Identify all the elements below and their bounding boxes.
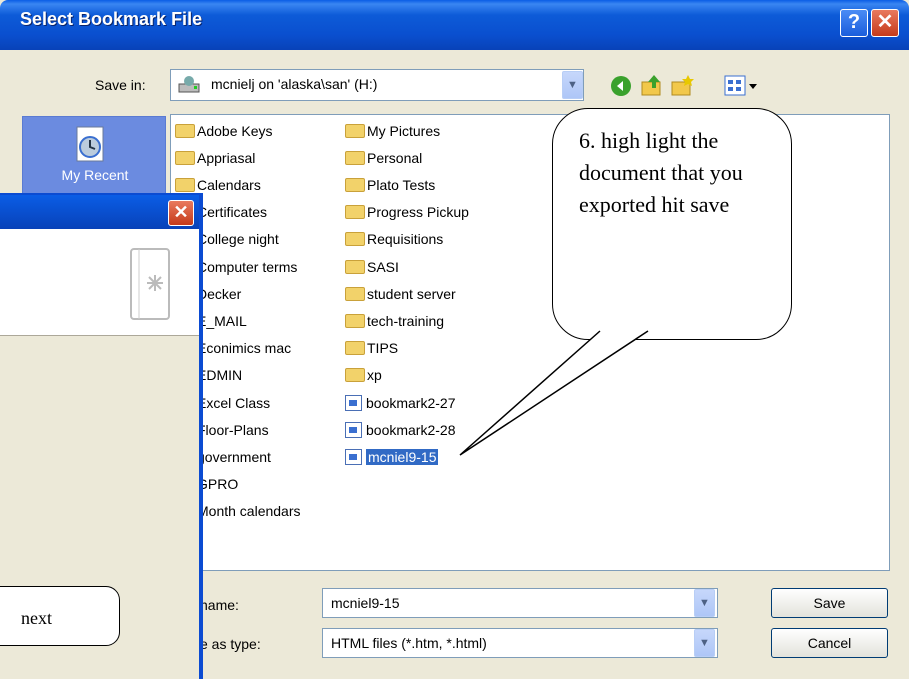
help-button[interactable]: ? [840,9,868,37]
folder-icon [175,151,195,165]
list-item[interactable]: Plato Tests [345,177,435,199]
folder-icon [345,151,365,165]
list-item[interactable]: TIPS [345,340,398,362]
save-button[interactable]: Save [771,588,888,618]
folder-icon [345,260,365,274]
recent-documents-icon[interactable] [71,125,111,165]
close-button[interactable]: ✕ [871,9,899,37]
html-file-icon [345,449,362,465]
folder-icon [175,124,195,138]
wizard-header [0,229,199,336]
folder-icon [345,178,365,192]
list-item[interactable]: xp [345,367,382,389]
folder-icon [345,232,365,246]
list-item[interactable]: Appriasal [175,150,255,172]
cancel-button[interactable]: Cancel [771,628,888,658]
html-file-icon [345,422,362,438]
list-item[interactable]: Progress Pickup [345,204,469,226]
list-item[interactable]: My Pictures [345,123,440,145]
list-item[interactable]: student server [345,286,456,308]
callout-pointer [459,330,649,456]
network-drive-icon [177,75,203,95]
views-menu-icon[interactable] [724,75,760,97]
list-item[interactable]: bookmark2-28 [345,422,456,444]
folder-icon [345,368,365,382]
save-in-dropdown[interactable]: mcnielj on 'alaska\san' (H:) ▼ [170,69,584,101]
list-item[interactable]: Adobe Keys [175,123,273,145]
folder-icon [345,287,365,301]
save-in-value: mcnielj on 'alaska\san' (H:) [211,76,378,92]
list-item[interactable]: SASI [345,259,399,281]
dialog-title: Select Bookmark File [20,9,203,29]
callout-step6: 6. high light the document that you expo… [552,108,792,340]
chevron-down-icon[interactable]: ▼ [694,589,715,617]
list-item[interactable]: tech-training [345,313,444,335]
chevron-down-icon[interactable]: ▼ [694,629,715,657]
file-name-label: name: [200,597,239,613]
chevron-down-icon[interactable]: ▼ [562,71,583,99]
import-wizard-icon [125,243,175,323]
file-type-select[interactable]: HTML files (*.htm, *.html) ▼ [322,628,718,658]
save-in-label: Save in: [95,77,146,93]
folder-icon [345,314,365,328]
file-name-input[interactable]: mcniel9-15 ▼ [322,588,718,618]
folder-icon [345,341,365,355]
list-item[interactable]: bookmark2-27 [345,395,456,417]
list-item[interactable]: Personal [345,150,422,172]
folder-icon [345,124,365,138]
html-file-icon [345,395,362,411]
callout-next: next [0,586,120,646]
file-type-label: e as type: [200,636,261,652]
wizard-close-button[interactable]: ✕ [168,200,194,226]
new-folder-icon[interactable] [670,73,696,97]
folder-icon [345,205,365,219]
up-folder-icon[interactable] [640,73,664,97]
folder-icon [175,178,195,192]
back-icon[interactable] [610,75,632,97]
list-item-selected[interactable]: mcniel9-15 [345,449,439,471]
wizard-title-bar: ✕ [0,195,199,229]
places-my-recent[interactable]: My Recent [23,167,167,183]
title-bar: Select Bookmark File ? ✕ [0,0,909,50]
list-item[interactable]: Requisitions [345,231,443,253]
